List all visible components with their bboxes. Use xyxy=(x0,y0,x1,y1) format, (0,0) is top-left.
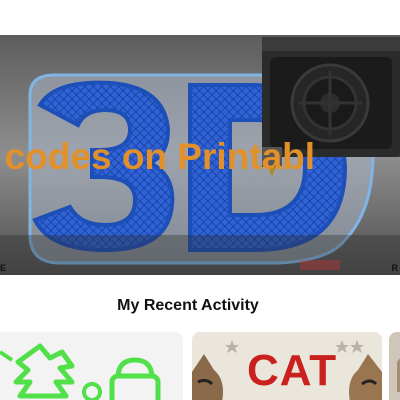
hero-headline: t codes on Printabl xyxy=(0,136,316,177)
hero-banner[interactable]: t codes on Printabl E R xyxy=(0,35,400,275)
recent-activity-list: CAT xyxy=(0,332,400,400)
hero-mark-right: R xyxy=(391,263,399,273)
hero-mark-left: E xyxy=(0,263,7,273)
top-strip xyxy=(0,0,400,35)
partial-card-image xyxy=(389,332,400,400)
page: t codes on Printabl E R My Recent Activi… xyxy=(0,0,400,400)
activity-card-partial[interactable] xyxy=(389,332,400,400)
activity-card-cat-sign[interactable]: CAT xyxy=(192,332,382,400)
recent-activity-title: My Recent Activity xyxy=(117,297,259,314)
cat-sign-text: CAT xyxy=(247,346,338,395)
activity-card-cookie-cutters[interactable] xyxy=(0,332,183,400)
cookie-cutters-image xyxy=(0,332,183,400)
